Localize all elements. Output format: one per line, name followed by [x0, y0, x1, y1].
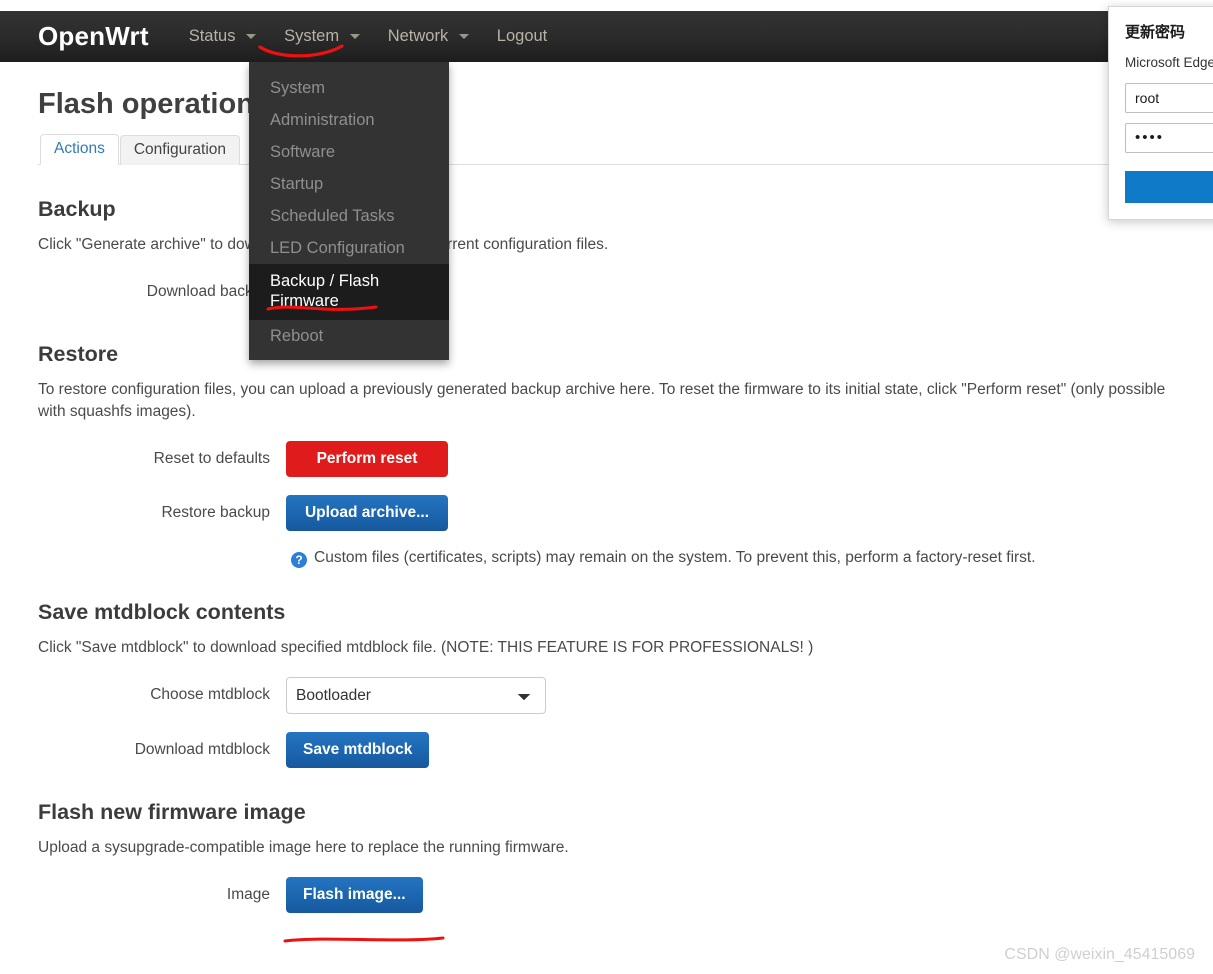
page-title: Flash operations	[38, 88, 271, 120]
dropdown-item-backup-flash-firmware[interactable]: Backup / Flash Firmware	[249, 264, 449, 320]
dropdown-item-reboot[interactable]: Reboot	[249, 320, 449, 352]
edge-username-input[interactable]	[1125, 83, 1213, 113]
edge-password-popup: 更新密码 Microsoft Edge 将 •••• 更新	[1108, 6, 1213, 220]
main-navbar: OpenWrt Status System Network Logout	[0, 11, 1213, 62]
tab-actions[interactable]: Actions	[40, 134, 119, 165]
restore-hint-text: Custom files (certificates, scripts) may…	[314, 549, 1036, 566]
edge-popup-subtitle: Microsoft Edge 将	[1125, 55, 1213, 70]
save-mtdblock-button[interactable]: Save mtdblock	[286, 732, 430, 768]
flash-image-button[interactable]: Flash image...	[286, 877, 423, 913]
tab-bar: Actions Configuration	[38, 134, 1175, 165]
tab-configuration[interactable]: Configuration	[119, 135, 241, 165]
nav-item-logout-label: Logout	[496, 27, 548, 45]
chevron-down-icon	[458, 34, 469, 40]
edge-password-masked: ••••	[1135, 129, 1165, 146]
dropdown-item-led-configuration[interactable]: LED Configuration	[249, 232, 449, 264]
nav-item-system-label: System	[284, 27, 340, 45]
watermark: CSDN @weixin_45415069	[1004, 946, 1195, 963]
restore-backup-row: Restore backup Upload archive...	[38, 495, 1175, 531]
nav-item-logout[interactable]: Logout	[495, 23, 549, 50]
nav-item-system[interactable]: System	[282, 23, 362, 50]
dropdown-item-software[interactable]: Software	[249, 136, 449, 168]
edge-update-button[interactable]: 更新	[1125, 171, 1213, 203]
mtdblock-heading: Save mtdblock contents	[38, 600, 286, 624]
nav-item-network[interactable]: Network	[386, 23, 471, 50]
chevron-down-icon	[349, 34, 360, 40]
perform-reset-button[interactable]: Perform reset	[286, 441, 448, 477]
nav-item-network-label: Network	[387, 27, 449, 45]
edge-popup-title: 更新密码	[1125, 24, 1186, 41]
restore-description: To restore configuration files, you can …	[38, 381, 1166, 420]
mtdblock-select[interactable]: Bootloader	[286, 677, 546, 714]
brand-logo[interactable]: OpenWrt	[38, 21, 149, 52]
reset-to-defaults-label: Reset to defaults	[153, 450, 270, 467]
page-content: Flash operations Actions Configuration B…	[0, 62, 1213, 931]
backup-description: Click "Generate archive" to download a t…	[38, 236, 609, 253]
nav-item-status[interactable]: Status	[187, 23, 258, 50]
download-mtdblock-label: Download mtdblock	[134, 741, 270, 758]
restore-heading: Restore	[38, 342, 119, 366]
question-mark-icon: ?	[291, 552, 307, 568]
system-dropdown-menu: System Administration Software Startup S…	[249, 62, 449, 360]
dropdown-item-startup[interactable]: Startup	[249, 168, 449, 200]
edge-password-input[interactable]: ••••	[1125, 123, 1213, 153]
restore-hint: ? Custom files (certificates, scripts) m…	[286, 549, 1175, 568]
mtdblock-description: Click "Save mtdblock" to download specif…	[38, 639, 814, 656]
dropdown-item-administration[interactable]: Administration	[249, 104, 449, 136]
chevron-down-icon	[246, 34, 257, 40]
annotation-underline-flash-image	[283, 936, 445, 943]
download-backup-row: Download backup Generate archive	[38, 274, 1175, 310]
reset-to-defaults-row: Reset to defaults Perform reset	[38, 441, 1175, 477]
flash-image-label: Image	[226, 886, 270, 903]
backup-heading: Backup	[38, 197, 116, 221]
nav-item-status-label: Status	[188, 27, 236, 45]
firmware-heading: Flash new firmware image	[38, 800, 306, 824]
choose-mtdblock-label: Choose mtdblock	[150, 686, 270, 703]
upload-archive-button[interactable]: Upload archive...	[286, 495, 448, 531]
download-mtdblock-row: Download mtdblock Save mtdblock	[38, 732, 1175, 768]
firmware-description: Upload a sysupgrade-compatible image her…	[38, 839, 569, 856]
restore-backup-label: Restore backup	[161, 504, 270, 521]
dropdown-item-system[interactable]: System	[249, 72, 449, 104]
flash-image-row: Image Flash image...	[38, 877, 1175, 913]
dropdown-item-scheduled-tasks[interactable]: Scheduled Tasks	[249, 200, 449, 232]
page-top-strip	[0, 0, 1213, 11]
choose-mtdblock-row: Choose mtdblock Bootloader	[38, 677, 1175, 714]
screen: OpenWrt Status System Network Logout Sys…	[0, 0, 1213, 974]
